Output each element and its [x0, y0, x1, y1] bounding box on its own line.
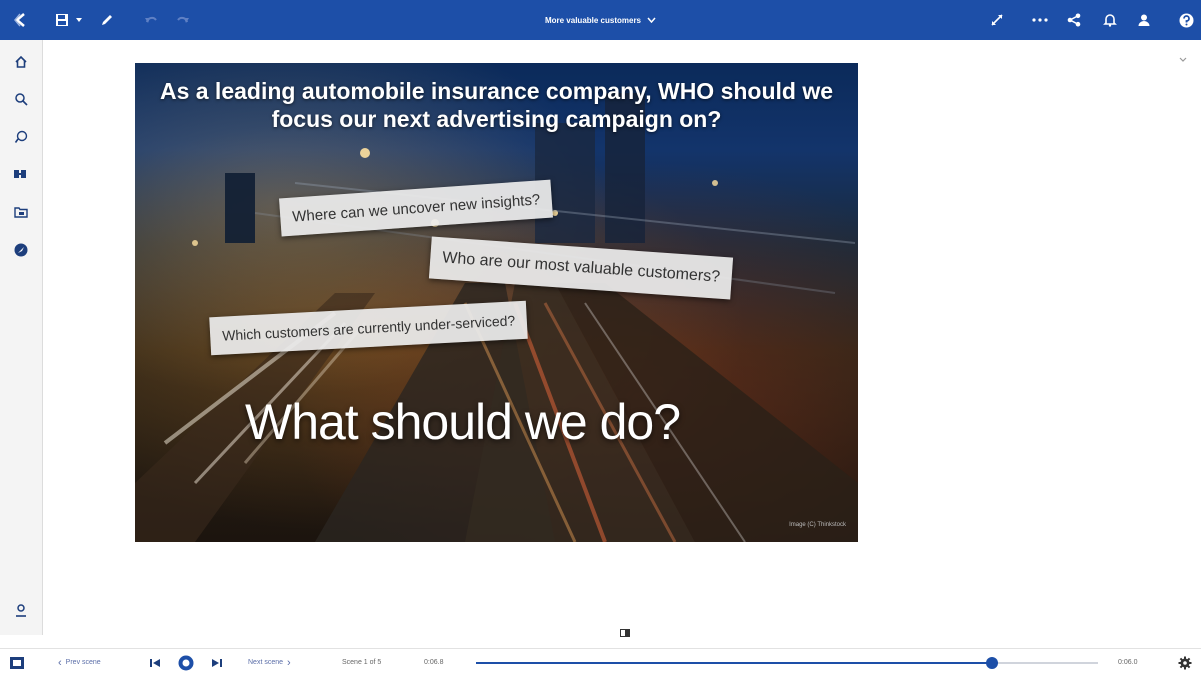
- search-icon[interactable]: [0, 85, 42, 113]
- slide-headline: As a leading automobile insurance compan…: [159, 78, 834, 132]
- next-scene-label: Next scene: [248, 659, 284, 666]
- left-sidebar: [0, 40, 43, 635]
- scene-counter: Scene 1 of 5: [342, 659, 382, 666]
- chevron-left-icon: ‹: [58, 656, 62, 669]
- play-button-icon[interactable]: [178, 649, 194, 676]
- home-icon[interactable]: [0, 48, 42, 76]
- canvas-collapse-chevron-icon[interactable]: [1179, 50, 1187, 68]
- skip-to-start-icon[interactable]: [150, 649, 160, 676]
- current-time: 0:06.8: [424, 659, 444, 666]
- scene-toggle-icon[interactable]: [620, 624, 630, 642]
- more-icon[interactable]: [1028, 0, 1052, 40]
- dashboard-title-dropdown[interactable]: More valuable customers: [545, 16, 656, 25]
- data-icon[interactable]: [0, 160, 42, 188]
- share-icon[interactable]: [1062, 0, 1086, 40]
- playback-bar: ‹ Prev scene Next scene › Scene 1 of 5 0…: [0, 648, 1201, 676]
- user-settings-icon[interactable]: [0, 596, 42, 624]
- next-scene-button[interactable]: Next scene ›: [248, 649, 291, 676]
- expand-icon[interactable]: [986, 0, 1008, 40]
- dashboard-title-label: More valuable customers: [544, 15, 642, 25]
- settings-gear-icon[interactable]: [1178, 649, 1192, 676]
- question-text: Who are our most valuable customers?: [441, 249, 721, 286]
- redo-icon[interactable]: [172, 0, 194, 40]
- prev-scene-button[interactable]: ‹ Prev scene: [58, 649, 101, 676]
- folder-icon[interactable]: [0, 198, 42, 226]
- save-icon[interactable]: [52, 0, 72, 40]
- question-text: Where can we uncover new insights?: [291, 190, 541, 226]
- chevron-right-icon: ›: [287, 656, 291, 669]
- timeline-progress: [476, 662, 993, 664]
- question-text: Which customers are currently under-serv…: [221, 312, 516, 344]
- scene-slide: As a leading automobile insurance compan…: [135, 63, 858, 542]
- back-icon[interactable]: [6, 0, 36, 40]
- save-menu-chevron-icon[interactable]: [73, 0, 85, 40]
- slide-big-question: What should we do?: [245, 394, 681, 450]
- presentation-icon[interactable]: [10, 649, 24, 676]
- skip-to-end-icon[interactable]: [212, 649, 222, 676]
- image-credit: Image (C) Thinkstock: [789, 522, 846, 528]
- chevron-down-icon: [647, 16, 656, 25]
- timeline-scrubber-handle[interactable]: [986, 657, 999, 669]
- user-icon[interactable]: [1132, 0, 1156, 40]
- notification-icon[interactable]: [1098, 0, 1122, 40]
- navigate-icon[interactable]: [0, 236, 42, 264]
- timeline-track[interactable]: [476, 657, 1098, 669]
- edit-pencil-icon[interactable]: [96, 0, 118, 40]
- end-time: 0:06.0: [1118, 659, 1138, 666]
- top-toolbar: More valuable customers: [0, 0, 1201, 40]
- prev-scene-label: Prev scene: [65, 659, 101, 666]
- undo-icon[interactable]: [140, 0, 162, 40]
- help-icon[interactable]: [1174, 0, 1198, 40]
- assistant-icon[interactable]: [0, 123, 42, 151]
